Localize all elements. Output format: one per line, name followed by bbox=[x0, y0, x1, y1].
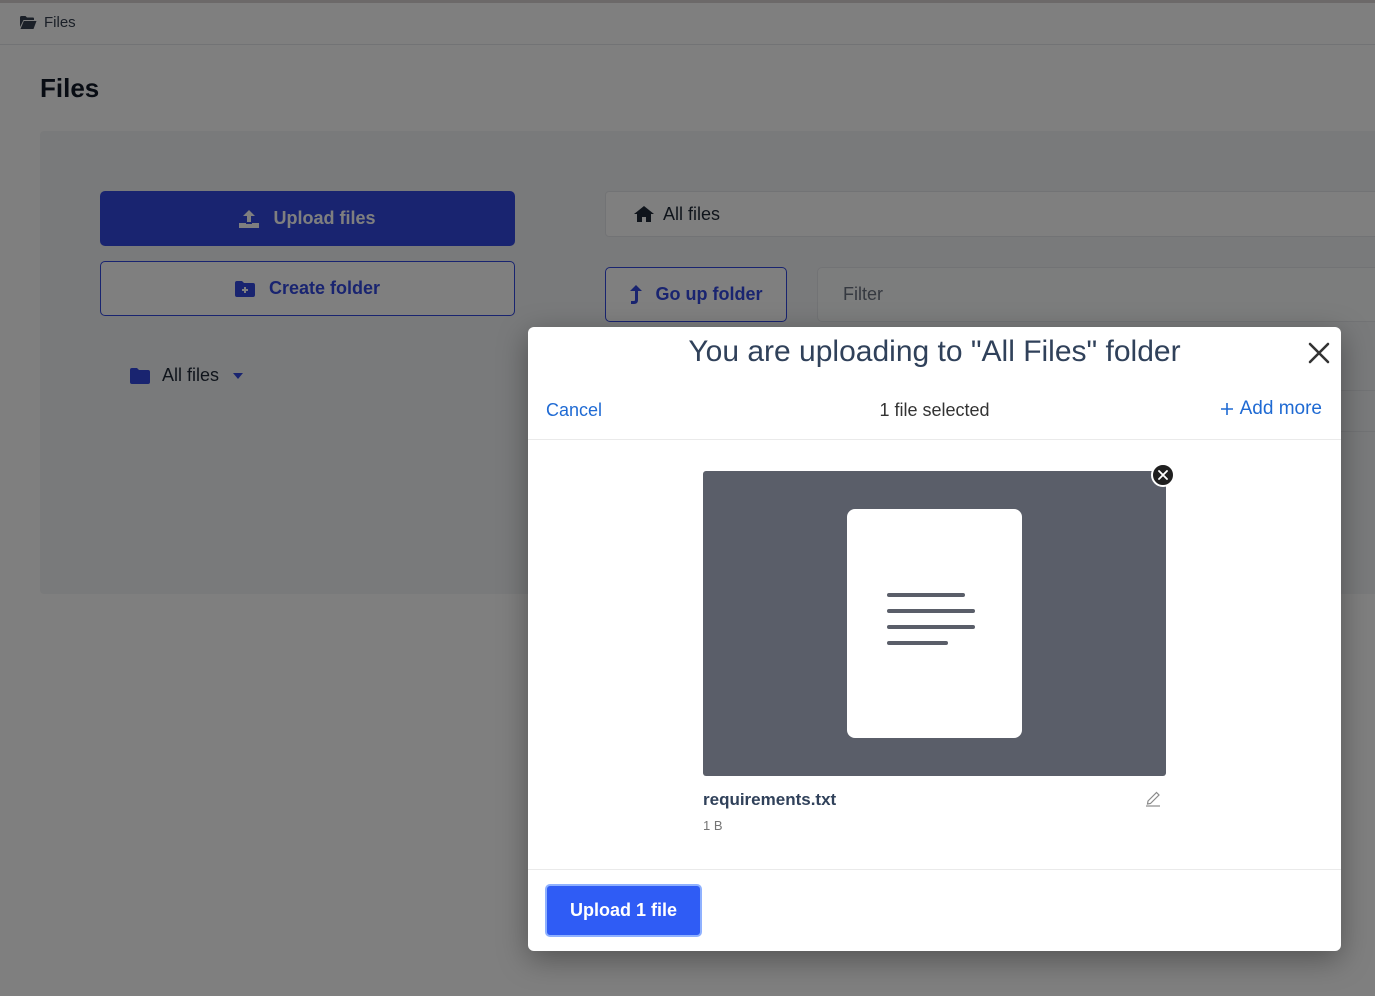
close-icon bbox=[1158, 470, 1168, 480]
dialog-header-divider bbox=[528, 439, 1341, 440]
cancel-button[interactable]: Cancel bbox=[546, 400, 602, 421]
remove-file-button[interactable] bbox=[1151, 463, 1175, 487]
close-icon[interactable] bbox=[1307, 341, 1331, 365]
upload-submit-button[interactable]: Upload 1 file bbox=[545, 884, 702, 937]
file-preview bbox=[703, 471, 1166, 776]
dialog-footer-divider bbox=[528, 869, 1341, 870]
plus-icon bbox=[1220, 403, 1233, 415]
file-name: requirements.txt bbox=[703, 790, 837, 809]
file-size: 1 B bbox=[703, 818, 723, 833]
add-more-button[interactable]: Add more bbox=[1220, 398, 1322, 420]
upload-dialog: You are uploading to "All Files" folder … bbox=[528, 327, 1341, 951]
add-more-label: Add more bbox=[1239, 398, 1322, 419]
text-file-icon bbox=[847, 509, 1022, 738]
edit-icon[interactable] bbox=[1145, 789, 1163, 807]
dialog-title: You are uploading to "All Files" folder bbox=[688, 335, 1181, 368]
